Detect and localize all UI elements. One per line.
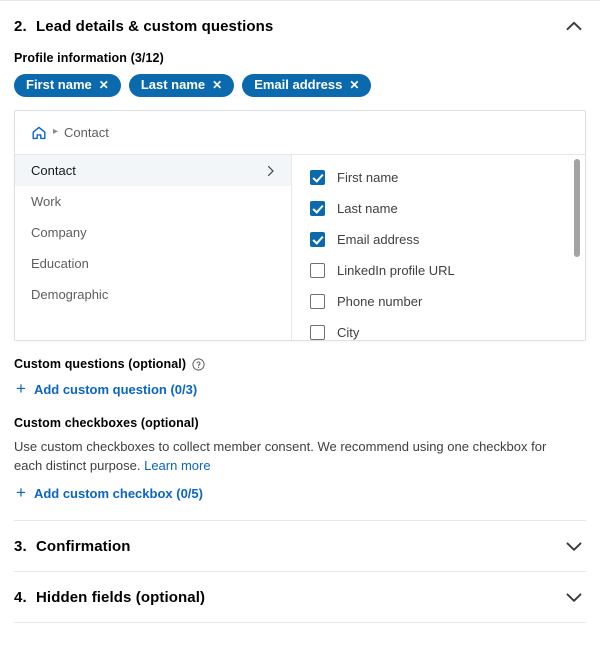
field-row-email-address[interactable]: Email address (292, 224, 585, 255)
close-x-icon[interactable]: ✕ (99, 79, 109, 91)
custom-checkboxes-description: Use custom checkboxes to collect member … (14, 437, 559, 475)
category-label: Education (31, 256, 89, 271)
field-row-phone-number[interactable]: Phone number (292, 286, 585, 317)
category-item-education[interactable]: Education (15, 248, 291, 279)
section-header-lead-details[interactable]: 2. Lead details & custom questions (0, 1, 600, 51)
section-body-lead-details: Profile information (3/12) First name ✕ … (0, 51, 600, 520)
field-picker-panel: ▸ Contact Contact Work Company Education… (14, 110, 586, 341)
chevron-down-icon[interactable] (564, 587, 584, 607)
category-list: Contact Work Company Education Demograph… (15, 155, 292, 340)
field-label: Email address (337, 232, 420, 247)
help-circle-icon[interactable] (192, 357, 205, 371)
add-custom-checkbox-label: Add custom checkbox (0/5) (33, 486, 203, 501)
field-row-last-name[interactable]: Last name (292, 193, 585, 224)
section-header-hidden-fields[interactable]: 4. Hidden fields (optional) (0, 572, 600, 622)
checkbox-checked-icon[interactable] (310, 232, 325, 247)
field-checkbox-rows: First name Last name Email address Linke… (292, 155, 585, 340)
category-label: Work (31, 194, 62, 209)
add-custom-checkbox-button[interactable]: + Add custom checkbox (0/5) (16, 483, 203, 502)
section-label: Confirmation (36, 537, 131, 555)
checkbox-unchecked-icon[interactable] (310, 325, 325, 340)
lead-gen-form-page: 2. Lead details & custom questions Profi… (0, 0, 600, 664)
field-list-scrollbar[interactable] (574, 159, 580, 336)
custom-checkboxes-description-text: Use custom checkboxes to collect member … (14, 439, 547, 473)
section-title-lead-details: 2. Lead details & custom questions (14, 18, 273, 35)
section-number: 3. (14, 537, 27, 555)
add-custom-question-label: Add custom question (0/3) (33, 382, 198, 397)
chip-label: Email address (254, 77, 343, 92)
category-item-contact[interactable]: Contact (15, 155, 291, 186)
chevron-right-icon (265, 165, 277, 177)
scrollbar-thumb[interactable] (574, 159, 580, 257)
section-label: Hidden fields (optional) (36, 588, 206, 606)
chip-last-name[interactable]: Last name ✕ (128, 74, 235, 97)
plus-icon: + (16, 483, 26, 502)
checkbox-checked-icon[interactable] (310, 201, 325, 216)
category-label: Demographic (31, 287, 109, 302)
section-number: 2. (14, 17, 27, 35)
field-label: First name (337, 170, 399, 185)
section-bottom-spacer (14, 504, 586, 520)
section-number: 4. (14, 588, 27, 606)
custom-questions-heading: Custom questions (optional) (14, 357, 187, 371)
chevron-down-icon[interactable] (564, 536, 584, 556)
section-title-hidden-fields: 4. Hidden fields (optional) (14, 589, 205, 606)
add-custom-question-button[interactable]: + Add custom question (0/3) (16, 379, 198, 398)
field-row-first-name[interactable]: First name (292, 162, 585, 193)
breadcrumb-separator-icon: ▸ (53, 125, 59, 137)
category-label: Contact (31, 163, 76, 178)
chip-label: First name (26, 77, 92, 92)
divider-after-section-4 (14, 622, 586, 623)
category-label: Company (31, 225, 87, 240)
custom-checkboxes-section: Custom checkboxes (optional) Use custom … (14, 416, 586, 504)
custom-questions-heading-row: Custom questions (optional) (14, 357, 586, 371)
field-label: Phone number (337, 294, 423, 309)
chip-email-address[interactable]: Email address ✕ (242, 74, 372, 97)
field-label: LinkedIn profile URL (337, 263, 455, 278)
section-label: Lead details & custom questions (36, 17, 274, 35)
field-row-city[interactable]: City (292, 317, 585, 340)
selected-fields-chip-list: First name ✕ Last name ✕ Email address ✕ (14, 74, 586, 97)
chevron-up-icon[interactable] (564, 16, 584, 36)
section-header-confirmation[interactable]: 3. Confirmation (0, 521, 600, 571)
chip-first-name[interactable]: First name ✕ (14, 74, 121, 97)
category-item-demographic[interactable]: Demographic (15, 279, 291, 310)
picker-columns: Contact Work Company Education Demograph… (15, 155, 585, 340)
chip-label: Last name (140, 77, 206, 92)
home-icon[interactable] (31, 125, 47, 141)
field-label: City (337, 325, 360, 340)
checkbox-checked-icon[interactable] (310, 170, 325, 185)
profile-information-label: Profile information (3/12) (14, 51, 164, 65)
learn-more-link[interactable]: Learn more (144, 458, 210, 473)
field-row-linkedin-profile-url[interactable]: LinkedIn profile URL (292, 255, 585, 286)
category-item-company[interactable]: Company (15, 217, 291, 248)
close-x-icon[interactable]: ✕ (349, 79, 359, 91)
breadcrumb: ▸ Contact (15, 111, 585, 155)
field-label: Last name (337, 201, 398, 216)
category-item-work[interactable]: Work (15, 186, 291, 217)
custom-questions-section: Custom questions (optional) + Add custom… (14, 357, 586, 400)
field-checkbox-list: First name Last name Email address Linke… (292, 155, 585, 340)
checkbox-unchecked-icon[interactable] (310, 263, 325, 278)
section-title-confirmation: 3. Confirmation (14, 538, 131, 555)
checkbox-unchecked-icon[interactable] (310, 294, 325, 309)
plus-icon: + (16, 379, 26, 398)
close-x-icon[interactable]: ✕ (212, 79, 222, 91)
custom-checkboxes-heading: Custom checkboxes (optional) (14, 416, 199, 430)
breadcrumb-current[interactable]: Contact (64, 125, 109, 140)
